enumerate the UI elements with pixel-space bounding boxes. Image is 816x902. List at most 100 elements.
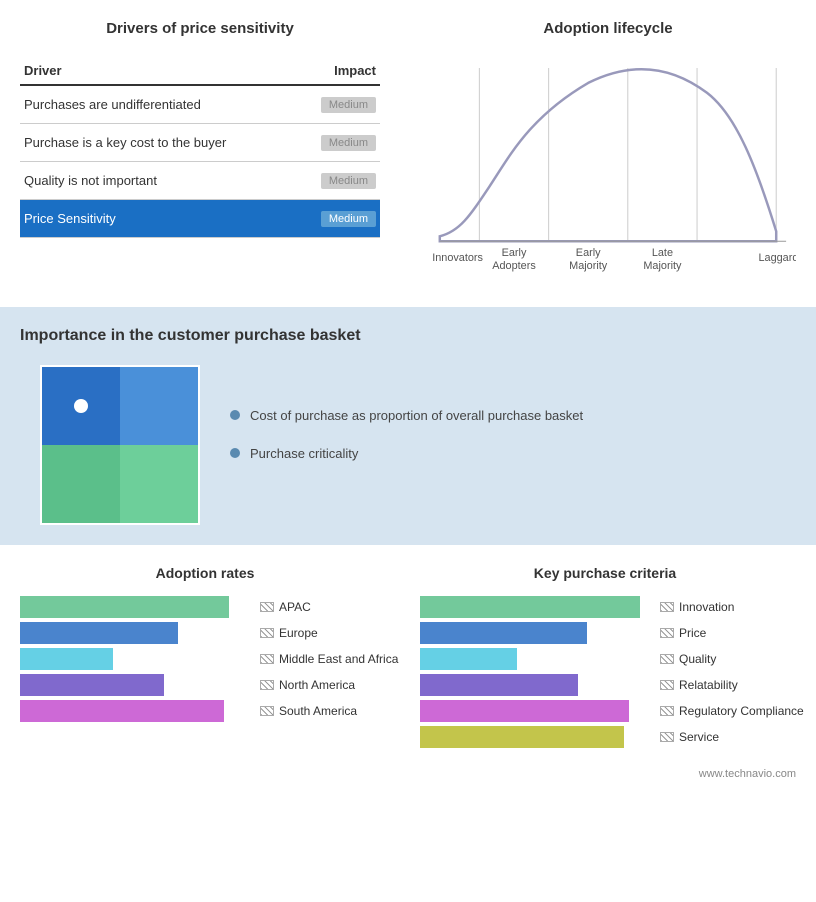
bar-label: Price [660, 626, 790, 640]
hatch-icon [660, 654, 674, 664]
svg-text:Majority: Majority [643, 260, 682, 272]
table-row: Purchase is a key cost to the buyer Medi… [20, 124, 380, 162]
bar-container [420, 596, 652, 618]
middle-content: Cost of purchase as proportion of overal… [20, 365, 796, 525]
bar-row: South America [20, 700, 390, 722]
quadrant-tl [42, 367, 120, 445]
svg-text:Late: Late [652, 247, 673, 259]
col-driver: Driver [20, 57, 297, 85]
bar-row: Europe [20, 622, 390, 644]
driver-impact: Medium [297, 124, 380, 162]
bar-row: Innovation [420, 596, 790, 618]
svg-text:Laggards: Laggards [758, 252, 796, 264]
quadrant-bl [42, 445, 120, 523]
top-section: Drivers of price sensitivity Driver Impa… [0, 0, 816, 297]
driver-impact: Medium [297, 85, 380, 124]
highlight-row: Price Sensitivity Medium [20, 200, 380, 238]
bar-row: Service [420, 726, 790, 748]
svg-text:Early: Early [502, 247, 527, 259]
legend-dot [230, 410, 240, 420]
bar-label-text: Quality [679, 652, 716, 666]
bar-row: APAC [20, 596, 390, 618]
drivers-panel: Drivers of price sensitivity Driver Impa… [0, 10, 400, 297]
bar-label-text: Innovation [679, 600, 734, 614]
driver-name: Purchases are undifferentiated [20, 85, 297, 124]
bar-container [20, 700, 252, 722]
bar-row: Price [420, 622, 790, 644]
bar-label: South America [260, 704, 390, 718]
bar-fill [420, 674, 578, 696]
drivers-title: Drivers of price sensitivity [20, 20, 380, 37]
adoption-rates-panel: Adoption rates APAC Europe Middle East a… [10, 560, 400, 753]
bar-label-text: Middle East and Africa [279, 652, 398, 666]
bar-fill [420, 648, 517, 670]
svg-text:Adopters: Adopters [492, 260, 536, 272]
hatch-icon [260, 706, 274, 716]
bar-container [420, 700, 652, 722]
bar-container [420, 648, 652, 670]
driver-name: Quality is not important [20, 162, 297, 200]
bar-container [20, 622, 252, 644]
lifecycle-panel: Adoption lifecycle Innovators Early Adop… [400, 10, 816, 297]
bar-label: Middle East and Africa [260, 652, 390, 666]
bar-fill [20, 622, 178, 644]
quadrant-tr [120, 367, 198, 445]
svg-text:Majority: Majority [569, 260, 608, 272]
highlight-label: Price Sensitivity [20, 200, 297, 238]
bar-label-text: North America [279, 678, 355, 692]
bar-label: Innovation [660, 600, 790, 614]
bar-container [20, 596, 252, 618]
purchase-criteria-panel: Key purchase criteria Innovation Price Q… [410, 560, 800, 753]
bar-fill [420, 622, 587, 644]
highlight-impact: Medium [297, 200, 380, 238]
svg-text:Innovators: Innovators [432, 252, 483, 264]
bar-label-text: Price [679, 626, 706, 640]
table-row: Quality is not important Medium [20, 162, 380, 200]
col-impact: Impact [297, 57, 380, 85]
list-item: Purchase criticality [230, 445, 583, 463]
bar-fill [420, 596, 640, 618]
hatch-icon [260, 628, 274, 638]
bar-label-text: South America [279, 704, 357, 718]
bar-row: Middle East and Africa [20, 648, 390, 670]
svg-text:Early: Early [576, 247, 601, 259]
driver-impact: Medium [297, 162, 380, 200]
adoption-rates-title: Adoption rates [20, 565, 390, 581]
list-item: Cost of purchase as proportion of overal… [230, 407, 583, 425]
bar-fill [420, 726, 624, 748]
legend-text: Purchase criticality [250, 445, 358, 463]
lifecycle-title: Adoption lifecycle [420, 20, 796, 37]
bar-label: Service [660, 730, 790, 744]
bar-label: Quality [660, 652, 790, 666]
bar-fill [20, 674, 164, 696]
hatch-icon [260, 602, 274, 612]
bar-container [420, 674, 652, 696]
bar-row: Quality [420, 648, 790, 670]
bar-label-text: Relatability [679, 678, 738, 692]
bar-fill [420, 700, 629, 722]
bar-label: North America [260, 678, 390, 692]
hatch-icon [660, 628, 674, 638]
drivers-table: Driver Impact Purchases are undifferenti… [20, 57, 380, 238]
purchase-criteria-title: Key purchase criteria [420, 565, 790, 581]
bar-label-text: Europe [279, 626, 318, 640]
legend-text: Cost of purchase as proportion of overal… [250, 407, 583, 425]
quadrant-br [120, 445, 198, 523]
quadrant-legend: Cost of purchase as proportion of overal… [230, 407, 583, 483]
bar-row: North America [20, 674, 390, 696]
bar-fill [20, 648, 113, 670]
bar-row: Regulatory Compliance [420, 700, 790, 722]
bar-label: APAC [260, 600, 390, 614]
middle-title: Importance in the customer purchase bask… [20, 327, 796, 345]
quadrant-dot [74, 399, 88, 413]
lifecycle-chart: Innovators Early Adopters Early Majority… [420, 47, 796, 287]
quadrant-chart [40, 365, 200, 525]
bar-container [420, 726, 652, 748]
hatch-icon [260, 654, 274, 664]
middle-section: Importance in the customer purchase bask… [0, 307, 816, 545]
legend-dot [230, 448, 240, 458]
hatch-icon [660, 732, 674, 742]
bar-label-text: Regulatory Compliance [679, 704, 804, 718]
bar-container [20, 648, 252, 670]
hatch-icon [260, 680, 274, 690]
